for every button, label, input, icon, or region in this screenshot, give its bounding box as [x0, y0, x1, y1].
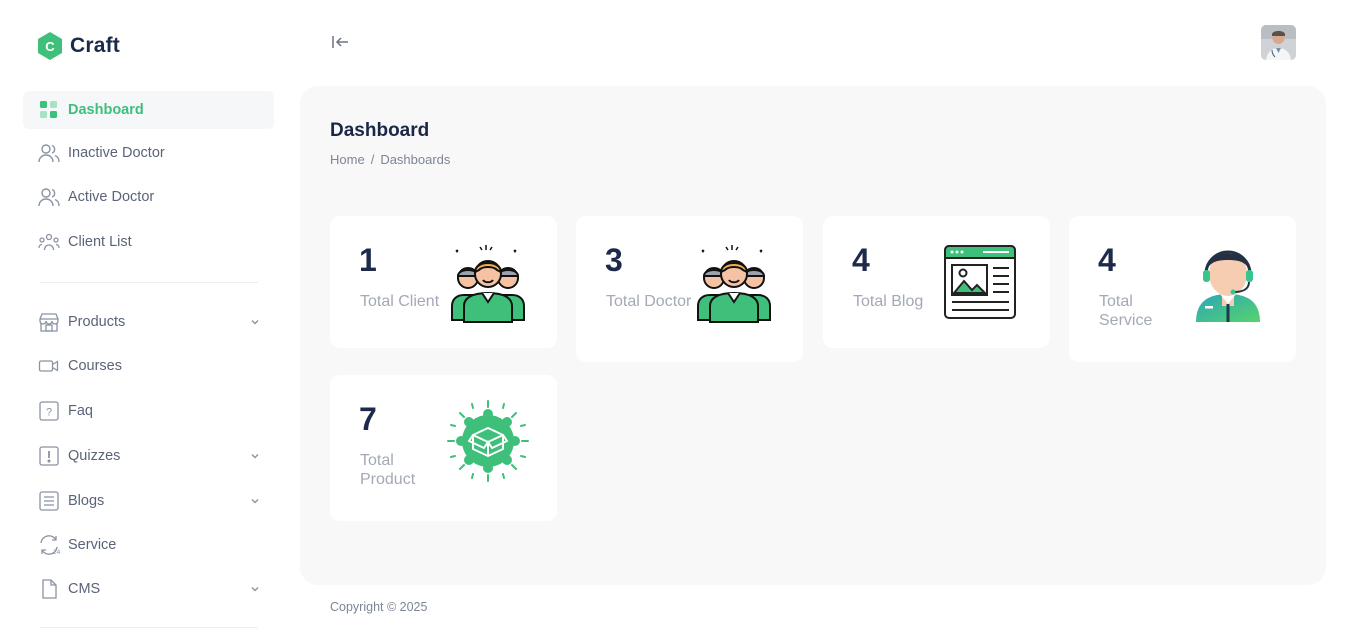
collapse-left-icon[interactable] [331, 33, 351, 51]
sidebar-item-label: Faq [68, 403, 93, 419]
product-box-icon [447, 400, 529, 482]
blog-window-icon [944, 245, 1016, 319]
user-avatar[interactable] [1261, 25, 1296, 60]
craft-logo-icon: C [38, 32, 62, 60]
sidebar-item-active-doctor[interactable]: Active Doctor [23, 178, 274, 216]
users-icon [38, 142, 60, 164]
sidebar-item-label: Blogs [68, 493, 105, 509]
stat-caption: Total Product [360, 452, 416, 488]
chevron-down-icon [251, 454, 259, 459]
24h-service-icon: 24 [38, 534, 60, 556]
question-icon: ? [38, 400, 60, 422]
stat-value: 4 [852, 242, 870, 278]
sidebar-item-label: Products [68, 314, 126, 330]
sidebar-item-products[interactable]: Products [23, 303, 274, 341]
sidebar-item-label: Active Doctor [68, 189, 155, 205]
app-logo[interactable]: C Craft [36, 31, 120, 61]
page-title: Dashboard [330, 120, 430, 141]
list-icon [38, 490, 60, 512]
sidebar-item-label: Client List [68, 234, 132, 250]
app-name: Craft [70, 34, 121, 57]
sidebar-item-faq[interactable]: ? Faq [23, 392, 274, 430]
stat-card-total-client[interactable]: 1 Total Client [330, 216, 557, 348]
sidebar-item-service[interactable]: 24 Service [23, 526, 274, 564]
svg-text:C: C [45, 39, 55, 54]
sidebar-item-client-list[interactable]: Client List [23, 223, 274, 261]
footer-copyright: Copyright © 2025 [330, 600, 428, 614]
stat-card-total-doctor[interactable]: 3 Total Doctor [576, 216, 803, 362]
sidebar-item-dashboard[interactable]: Dashboard [23, 91, 274, 129]
stat-card-total-blog[interactable]: 4 Total Blog [823, 216, 1050, 348]
sidebar-item-label: Service [68, 537, 117, 553]
stat-card-total-service[interactable]: 4 Total Service [1069, 216, 1296, 362]
stat-card-total-product[interactable]: 7 Total Product [330, 375, 557, 521]
sidebar-item-label: Dashboard [68, 102, 144, 118]
breadcrumb: Home / Dashboards [330, 152, 450, 167]
stat-caption: Total Doctor [606, 293, 692, 310]
sidebar-item-label: Quizzes [68, 448, 121, 464]
chevron-down-icon [251, 587, 259, 592]
breadcrumb-home-link[interactable]: Home [330, 152, 365, 167]
video-icon [38, 355, 60, 377]
sidebar-item-blogs[interactable]: Blogs [23, 482, 274, 520]
chevron-down-icon [251, 499, 259, 504]
svg-text:24: 24 [53, 549, 60, 556]
breadcrumb-current: Dashboards [380, 152, 451, 167]
people-group-icon [697, 245, 771, 323]
stat-value: 4 [1098, 242, 1116, 278]
stat-value: 7 [359, 401, 377, 437]
dashboard-grid-icon [38, 99, 60, 121]
sidebar-item-label: CMS [68, 581, 101, 597]
file-icon [38, 578, 60, 600]
sidebar-item-courses[interactable]: Courses [23, 347, 274, 385]
people-group-icon [451, 245, 525, 323]
chevron-down-icon [251, 320, 259, 325]
sidebar-divider [40, 282, 258, 283]
users-icon [38, 186, 60, 208]
sidebar-item-label: Courses [68, 358, 122, 374]
exclamation-icon [38, 445, 60, 467]
sidebar-item-inactive-doctor[interactable]: Inactive Doctor [23, 134, 274, 172]
group-icon [38, 231, 60, 253]
sidebar-item-label: Inactive Doctor [68, 145, 165, 161]
support-agent-icon [1196, 250, 1260, 322]
breadcrumb-separator: / [370, 152, 375, 167]
stat-caption: Total Service [1099, 293, 1153, 329]
sidebar-item-cms[interactable]: CMS [23, 570, 274, 608]
sidebar: C Craft Dashboard Inactive Doctor Active… [0, 0, 290, 628]
store-icon [38, 311, 60, 333]
stat-value: 3 [605, 242, 623, 278]
sidebar-item-quizzes[interactable]: Quizzes [23, 437, 274, 475]
stat-value: 1 [359, 242, 377, 278]
svg-text:?: ? [46, 407, 52, 419]
